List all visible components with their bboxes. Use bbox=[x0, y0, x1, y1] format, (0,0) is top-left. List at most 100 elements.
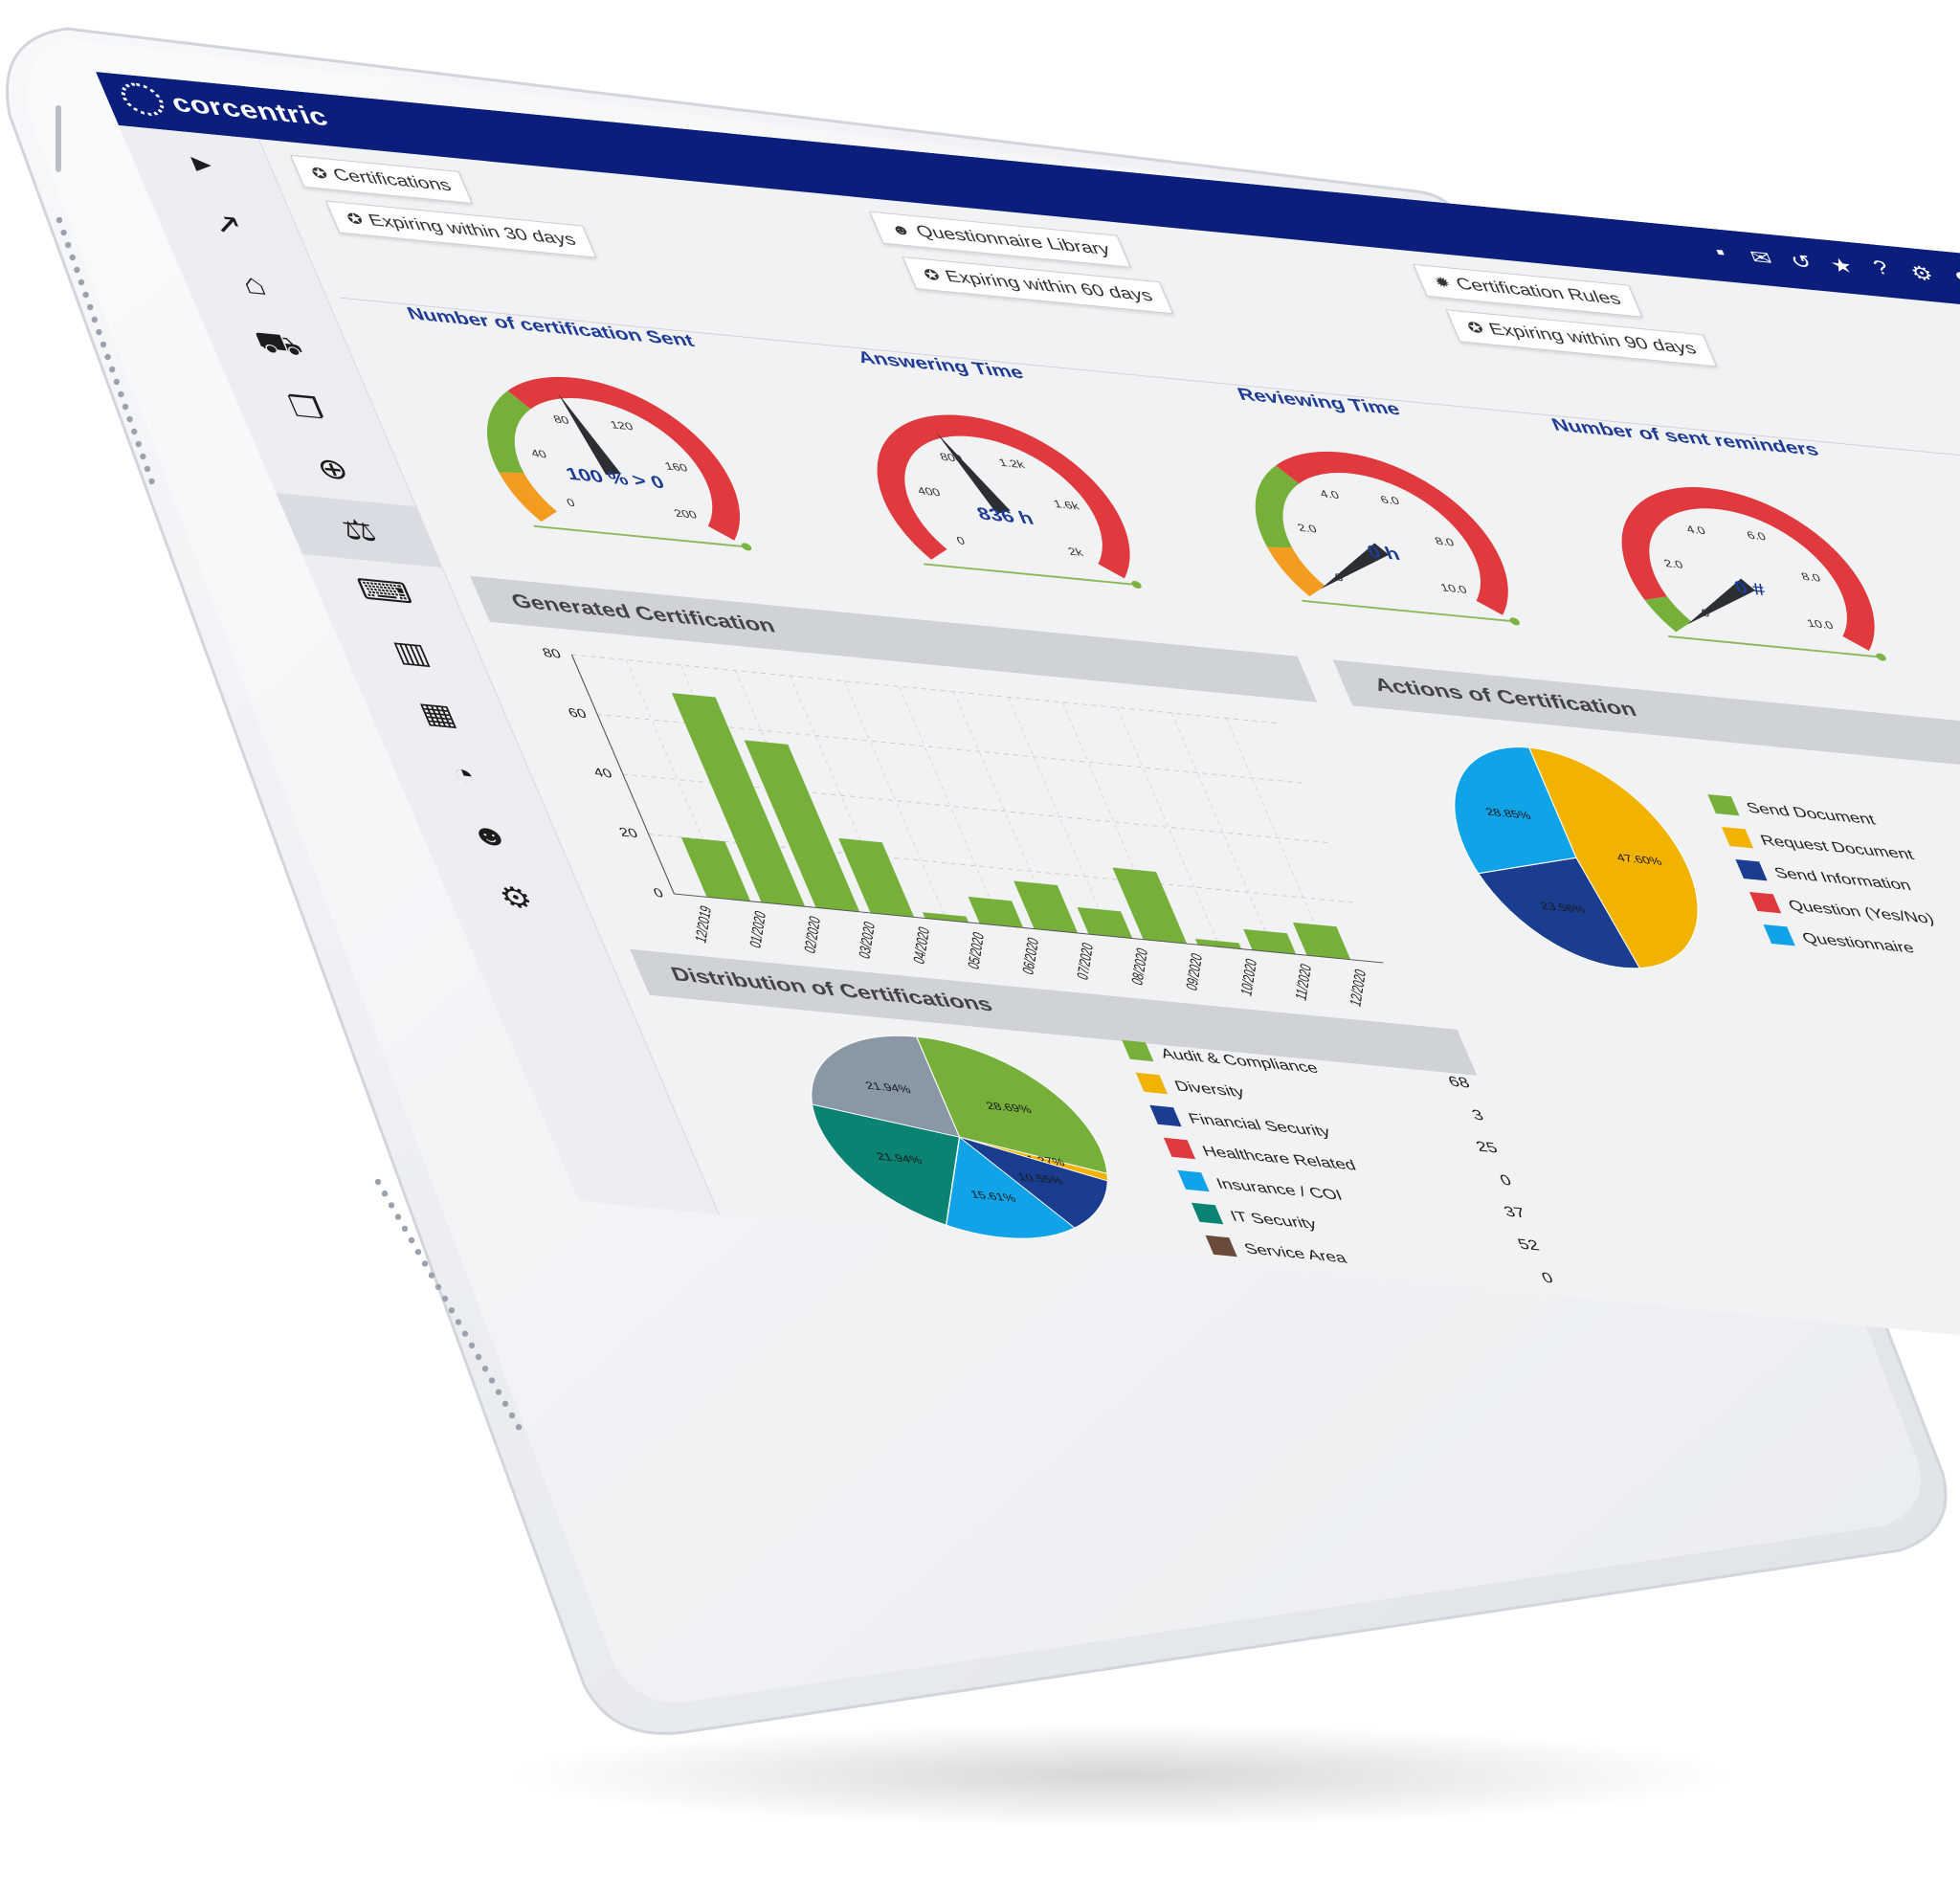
star-icon[interactable]: ★ bbox=[1822, 253, 1860, 279]
tile-certifications[interactable]: ✪ Certifications bbox=[289, 154, 473, 204]
x-tick-label: 12/2020 bbox=[1347, 967, 1370, 1010]
expand-icon: ▸ bbox=[186, 145, 217, 180]
gauge-tick-label: 2k bbox=[1066, 545, 1085, 558]
y-tick-label: 80 bbox=[541, 646, 564, 661]
x-tick-label: 05/2020 bbox=[965, 929, 988, 972]
gauge-dial: 0 40 80 120 160 200 100 % > 0 bbox=[487, 376, 752, 551]
gear-icon: ✹ bbox=[1432, 274, 1454, 292]
legend-swatch bbox=[1735, 859, 1768, 881]
documents-icon: ❐ bbox=[283, 390, 329, 426]
gauge-tick-label: 0 bbox=[565, 496, 577, 509]
bar-gridline bbox=[898, 686, 1002, 926]
x-tick-label: 11/2020 bbox=[1292, 961, 1315, 1003]
tile-expiring-90[interactable]: ✪ Expiring within 90 days bbox=[1445, 309, 1718, 367]
gauge-tick-label: 80 bbox=[551, 412, 571, 426]
gauge-tick-label: 10.0 bbox=[1805, 616, 1836, 631]
user-icon[interactable]: ● bbox=[1943, 264, 1960, 291]
ribbon-icon: ✪ bbox=[308, 165, 331, 183]
gauge-tick-label: 160 bbox=[662, 459, 689, 474]
y-tick-label: 40 bbox=[591, 766, 614, 781]
tile-expiring-60[interactable]: ✪ Expiring within 60 days bbox=[902, 256, 1174, 315]
gauge-band-green bbox=[487, 390, 531, 474]
ribbon-icon: ✪ bbox=[344, 211, 367, 229]
legend-swatch bbox=[1191, 1202, 1224, 1225]
legend-swatch bbox=[1721, 827, 1754, 849]
x-tick-label: 04/2020 bbox=[910, 924, 933, 967]
ribbon-icon: ✪ bbox=[921, 266, 944, 285]
bar bbox=[922, 912, 969, 923]
x-tick-label: 10/2020 bbox=[1237, 956, 1260, 999]
logo-text: corcentric bbox=[166, 87, 333, 131]
legend-swatch bbox=[1177, 1169, 1210, 1192]
gauge-trend-point bbox=[1509, 617, 1520, 626]
legend-value: 68 bbox=[1445, 1073, 1473, 1092]
legend-value: 37 bbox=[1501, 1203, 1528, 1222]
legend-value: 3 bbox=[1469, 1106, 1486, 1124]
envelope-icon[interactable]: ✉ bbox=[1742, 245, 1780, 272]
gauge-tick-label: 6.0 bbox=[1745, 528, 1768, 543]
gauge-dial: 02.04.06.08.010.00 # bbox=[1621, 487, 1886, 661]
gauge-tick-label: 8.0 bbox=[1799, 570, 1822, 585]
y-tick-label: 20 bbox=[617, 825, 640, 840]
x-tick-label: 01/2020 bbox=[746, 908, 769, 951]
legend-value: 0 bbox=[1497, 1171, 1514, 1190]
comment-icon[interactable]: ▪ bbox=[1702, 240, 1740, 267]
y-tick-label: 60 bbox=[566, 705, 589, 721]
gauge-band-red bbox=[1621, 487, 1875, 651]
gauge-band-green bbox=[1255, 465, 1300, 548]
logo-mark-icon bbox=[115, 80, 170, 118]
dashboard-gauge-icon: ◔ bbox=[445, 757, 481, 792]
ribbon-icon: ✪ bbox=[1464, 319, 1487, 338]
y-tick-label: 0 bbox=[651, 886, 665, 901]
legend-swatch bbox=[1748, 892, 1782, 914]
legend-swatch bbox=[1149, 1104, 1182, 1127]
gauge-trend-point bbox=[741, 543, 752, 551]
legend-swatch bbox=[1135, 1072, 1169, 1095]
x-tick-label: 02/2020 bbox=[801, 913, 824, 956]
gauge-dial: 0400800 1.2k1.6k2k836 h bbox=[877, 414, 1142, 590]
reports-icon: ▥ bbox=[388, 634, 435, 671]
gauge-tick-label: 1.6k bbox=[1051, 498, 1081, 512]
generated-certification-bar-chart: 0 20 40 60 80 12/2019 01/2020 02/2020 03/2020 04/… bbox=[541, 646, 1384, 1010]
users-icon: ☻ bbox=[887, 220, 914, 239]
gauge-tick-label: 6.0 bbox=[1378, 493, 1401, 507]
gauge-trend-point bbox=[1876, 653, 1886, 661]
y-axis bbox=[570, 654, 675, 895]
settings-gears-icon: ⚙ bbox=[493, 879, 539, 916]
gauge-tick-label: 2.0 bbox=[1661, 557, 1684, 571]
gauge-tick-label: 120 bbox=[608, 418, 635, 433]
gauge-band-orange bbox=[1267, 546, 1326, 597]
legend-label: Questionnaire bbox=[1799, 929, 1917, 957]
x-tick-label: 09/2020 bbox=[1183, 950, 1206, 993]
x-tick-label: 07/2020 bbox=[1074, 940, 1097, 983]
gauge-tick-label: 1.2k bbox=[996, 456, 1027, 470]
legend-value: 52 bbox=[1515, 1235, 1543, 1255]
gauge-dial: 02.04.06.08.010.00 h bbox=[1255, 451, 1520, 626]
gauge-value: 836 h bbox=[974, 504, 1036, 528]
globe-search-icon: ⊕ bbox=[310, 452, 355, 487]
legend-value: 0 bbox=[1539, 1269, 1556, 1287]
settings-icon[interactable]: ⚙ bbox=[1903, 260, 1941, 287]
gauge-tick-label: 400 bbox=[915, 484, 942, 499]
legend-value: 25 bbox=[1473, 1138, 1501, 1157]
gauge-needle bbox=[936, 432, 1011, 514]
supplier-certification-icon: ⚖ bbox=[336, 512, 382, 548]
cart-icon: ⛟ bbox=[250, 325, 309, 363]
gauge-tick-label: 8.0 bbox=[1433, 534, 1456, 548]
x-tick-label: 08/2020 bbox=[1128, 945, 1151, 988]
bar bbox=[1013, 880, 1079, 933]
tablet-device: corcentric ▪ ✉ ↺ ★ ? ⚙ ● ▸ ↗ ⌂ ⛟ ❐ ⊕ ⚖ ⌨… bbox=[0, 0, 1960, 1892]
help-icon[interactable]: ? bbox=[1862, 256, 1901, 283]
gauge-tick-label: 4.0 bbox=[1318, 487, 1341, 501]
x-tick-label: 03/2020 bbox=[856, 919, 879, 962]
external-link-icon: ↗ bbox=[206, 207, 250, 242]
bar bbox=[1194, 938, 1242, 949]
tile-expiring-30[interactable]: ✪ Expiring within 30 days bbox=[324, 200, 598, 258]
legend-swatch bbox=[1707, 794, 1740, 816]
add-widget-icon: ▦ bbox=[413, 696, 461, 732]
history-icon[interactable]: ↺ bbox=[1782, 249, 1820, 276]
x-tick-label: 12/2019 bbox=[692, 902, 715, 946]
legend-swatch bbox=[1122, 1039, 1154, 1062]
bar bbox=[1292, 922, 1351, 960]
users-icon: ☻ bbox=[464, 818, 516, 854]
